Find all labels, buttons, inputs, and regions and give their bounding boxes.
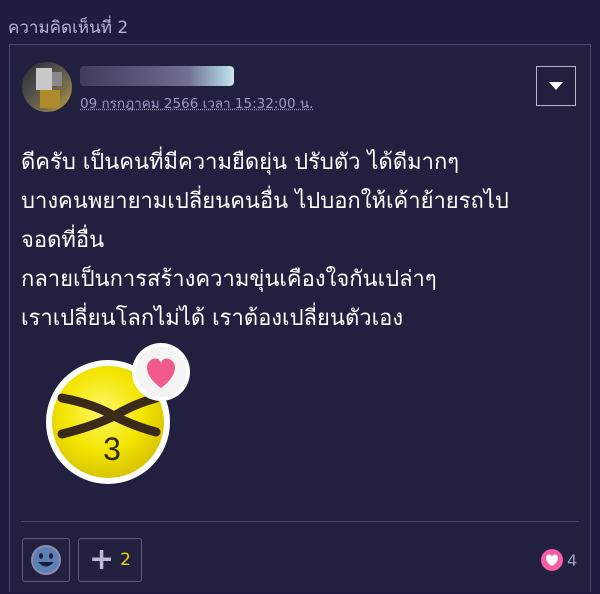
- like-count: 4: [567, 550, 578, 570]
- comment-line: บางคนพยายามเปลี่ยนคนอื่น ไปบอกให้เค้าย้า…: [21, 189, 509, 214]
- comment-line: เราเปลี่ยนโลกไม่ได้ เราต้องเปลี่ยนตัวเอง: [21, 306, 404, 331]
- smiley-icon: [31, 545, 61, 575]
- username-blurred[interactable]: [80, 66, 234, 86]
- like-counter[interactable]: 4: [541, 549, 577, 571]
- emoji-reaction-button[interactable]: [22, 538, 70, 582]
- avatar[interactable]: [22, 62, 72, 112]
- plus-icon: +: [89, 542, 115, 577]
- sticker-number: 3: [103, 431, 121, 467]
- comment-line: จอดที่อื่น: [21, 228, 105, 253]
- comment-line: ดีครับ เป็นคนที่มีความยืดยุ่น ปรับตัว ได…: [21, 150, 460, 175]
- chevron-down-icon: [549, 82, 563, 90]
- comment-body: ดีครับ เป็นคนที่มีความยืดยุ่น ปรับตัว ได…: [21, 143, 581, 338]
- comment-section-title: ความคิดเห็นที่ 2: [8, 18, 129, 38]
- plus-count: 2: [120, 550, 131, 570]
- heart-icon: [541, 549, 563, 571]
- comment-line: กลายเป็นการสร้างความขุ่นเคืองใจกันเปล่าๆ: [21, 267, 437, 292]
- footer-divider: [21, 521, 579, 522]
- comment-timestamp[interactable]: 09 กรกฎาคม 2566 เวลา 15:32:00 น.: [80, 92, 313, 114]
- x-eyes-smiley-sticker: 3: [46, 343, 190, 484]
- plus-vote-button[interactable]: + 2: [78, 538, 142, 582]
- comment-menu-button[interactable]: [536, 66, 576, 106]
